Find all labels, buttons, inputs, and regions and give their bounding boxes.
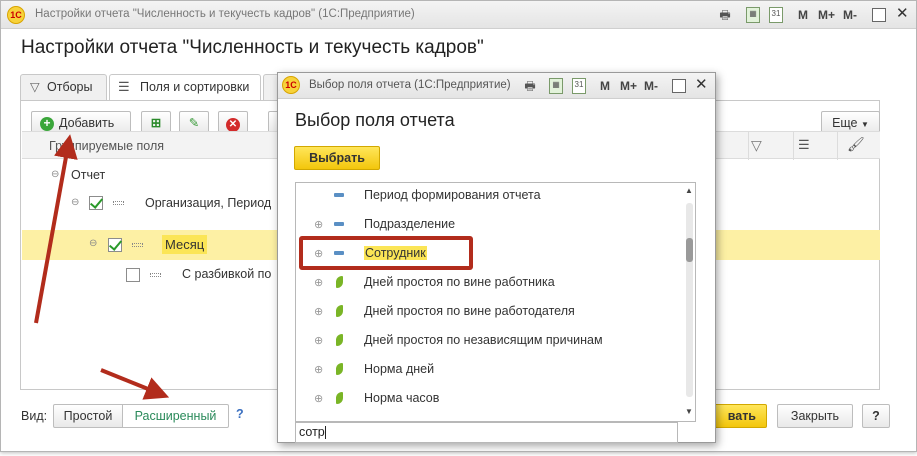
annotation-arrow-add	[34, 134, 78, 324]
annotation-arrows	[34, 134, 170, 400]
annotation-arrow-advanced	[100, 368, 170, 400]
